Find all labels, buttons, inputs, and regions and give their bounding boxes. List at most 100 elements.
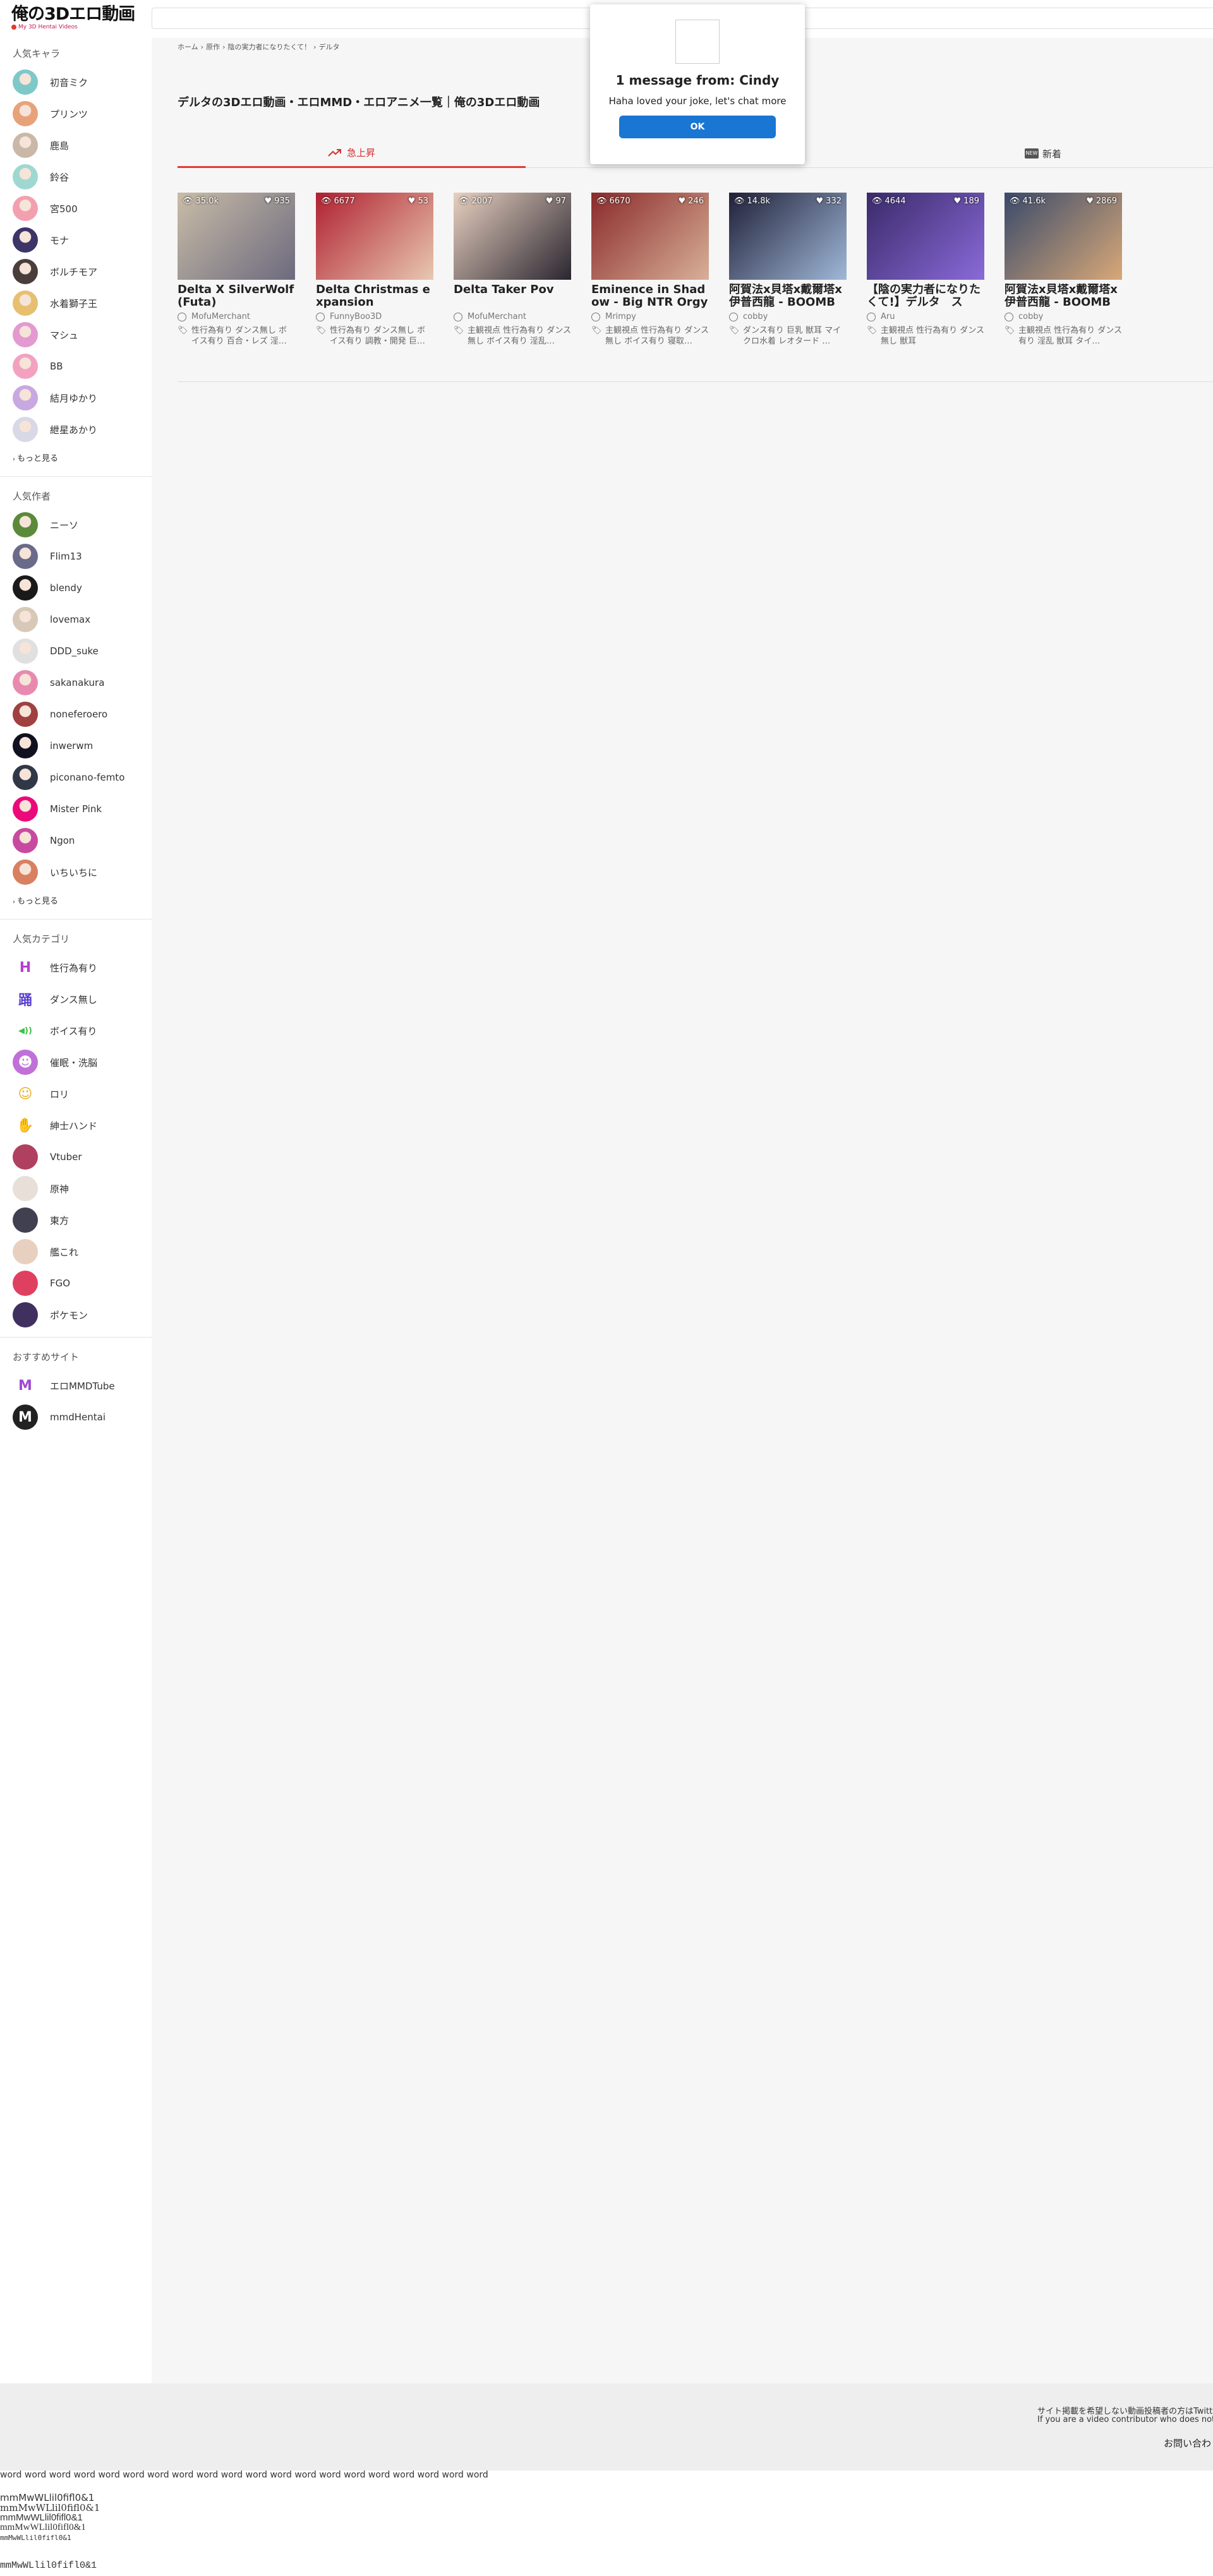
author-item[interactable]: いちいちに xyxy=(0,856,152,888)
video-grid: 👁 35.0k ♥ 935 Delta X SilverWolf (Futa) MofuM… xyxy=(178,193,1213,382)
author-avatar xyxy=(13,544,38,569)
author-item[interactable]: ニーソ xyxy=(0,509,152,541)
category-item[interactable]: ☺ ロリ xyxy=(0,1078,152,1110)
author-label: Ngon xyxy=(50,835,75,846)
more-authors-link[interactable]: › もっと見る xyxy=(0,888,152,913)
character-item[interactable]: プリンツ xyxy=(0,98,152,129)
video-title[interactable]: Delta Taker Pov xyxy=(454,284,571,309)
site-icon: M xyxy=(13,1373,38,1398)
video-tags: 性行為有り ダンス無し ボイス有り 百合・レズ 淫… xyxy=(191,326,287,346)
site-item[interactable]: MmmdHentai xyxy=(0,1401,152,1433)
video-card[interactable]: 👁14.8k ♥332 阿賀法x貝塔x戴爾塔x伊普西龍 - BOOMBA… cobby… xyxy=(729,193,847,347)
video-card[interactable]: 👁41.6k ♥2869 阿賀法x貝塔x戴爾塔x伊普西龍 - BOOMBA… cobb… xyxy=(1005,193,1122,347)
author-item[interactable]: piconano-femto xyxy=(0,762,152,793)
video-title[interactable]: 阿賀法x貝塔x戴爾塔x伊普西龍 - BOOMBA… xyxy=(1005,284,1122,309)
breadcrumb-original[interactable]: 原作 xyxy=(206,43,220,51)
author-item[interactable]: inwerwm xyxy=(0,730,152,762)
heart-icon: ♥ xyxy=(816,196,824,206)
breadcrumb-home[interactable]: ホーム xyxy=(178,43,198,51)
character-item[interactable]: 鹿島 xyxy=(0,129,152,161)
video-card[interactable]: 👁 6677 ♥ 53 Delta Christmas expansion FunnyBo… xyxy=(316,193,433,347)
video-author[interactable]: Mrimpy xyxy=(605,312,636,321)
character-item[interactable]: 水着獅子王 xyxy=(0,287,152,319)
video-author[interactable]: cobby xyxy=(1018,312,1043,321)
video-card[interactable]: 👁4644 ♥189 【陰の実力者になりたくて!】デルタ スラ… Aru🏷主観視点 性… xyxy=(867,193,984,347)
category-item[interactable]: Vtuber xyxy=(0,1141,152,1173)
tab-new-label: 新着 xyxy=(1042,148,1061,160)
category-item[interactable]: H 性行為有り xyxy=(0,952,152,983)
video-author[interactable]: FunnyBoo3D xyxy=(330,312,382,321)
tab-trending[interactable]: 急上昇 xyxy=(178,139,526,168)
video-thumbnail[interactable]: 👁 2007 ♥ 97 xyxy=(454,193,571,280)
category-item[interactable]: ☻ 催眠・洗脳 xyxy=(0,1046,152,1078)
character-item[interactable]: 鈴谷 xyxy=(0,161,152,193)
video-title[interactable]: Eminence in Shadow - Big NTR Orgy xyxy=(591,284,709,309)
sidebar: 人気キャラ 初音ミク プリンツ 鹿島 鈴谷宮500 モナ ボルチモア 水着獅子王マシュ BB 結… xyxy=(0,38,152,1433)
view-count: 4644 xyxy=(884,196,906,206)
page-title: デルタの3Dエロ動画・エロMMD・エロアニメ一覧｜俺の3Dエロ動画 xyxy=(178,96,540,109)
category-item[interactable]: FGO xyxy=(0,1267,152,1299)
category-icon: ☺ xyxy=(13,1081,38,1106)
video-thumbnail[interactable]: 👁 35.0k ♥ 935 xyxy=(178,193,295,280)
video-thumbnail[interactable]: 👁 14.8k ♥ 332 xyxy=(729,193,847,280)
chevron-right-icon: › xyxy=(13,456,15,463)
breadcrumb-series[interactable]: 陰の実力者になりたくて！ xyxy=(227,43,311,51)
video-author[interactable]: MofuMerchant xyxy=(191,312,250,321)
video-tags: 性行為有り ダンス無し ボイス有り 調教・開発 巨… xyxy=(330,326,426,346)
video-title[interactable]: 阿賀法x貝塔x戴爾塔x伊普西龍 - BOOMBA… xyxy=(729,284,847,309)
video-thumbnail[interactable]: 👁 6670 ♥ 246 xyxy=(591,193,709,280)
popup-ok-button[interactable]: OK xyxy=(619,116,776,138)
video-card[interactable]: 👁 6670 ♥ 246 Eminence in Shadow - Big NTR Or… xyxy=(591,193,709,347)
author-item[interactable]: blendy xyxy=(0,572,152,604)
character-avatar xyxy=(13,354,38,379)
character-item[interactable]: 紲星あかり xyxy=(0,414,152,445)
author-avatar xyxy=(13,575,38,601)
site-item[interactable]: M エロMMDTube xyxy=(0,1370,152,1401)
site-logo[interactable]: 俺の3Dエロ動画 My 3D Hentai Videos xyxy=(11,6,135,30)
character-item[interactable]: モナ xyxy=(0,224,152,256)
video-author[interactable]: cobby xyxy=(743,312,768,321)
tab-new[interactable]: NEW 新着 xyxy=(872,139,1213,168)
category-item[interactable]: 東方 xyxy=(0,1204,152,1236)
category-item[interactable]: ◀)) ボイス有り xyxy=(0,1015,152,1046)
author-item[interactable]: Ngon xyxy=(0,825,152,856)
video-title[interactable]: Delta Christmas expansion xyxy=(316,284,433,309)
category-item[interactable]: ポケモン xyxy=(0,1299,152,1331)
video-thumbnail[interactable]: 👁 4644 ♥ 189 xyxy=(867,193,984,280)
category-item[interactable]: 原神 xyxy=(0,1173,152,1204)
author-item[interactable]: Flim13 xyxy=(0,541,152,572)
video-title[interactable]: Delta X SilverWolf (Futa) xyxy=(178,284,295,309)
video-author[interactable]: Aru xyxy=(881,312,895,321)
popular-characters-title: 人気キャラ xyxy=(13,48,61,59)
video-author[interactable]: MofuMerchant xyxy=(468,312,526,321)
author-item[interactable]: sakanakura xyxy=(0,667,152,698)
author-avatar xyxy=(13,828,38,853)
message-popup: 1 message from: Cindy Haha loved your jo… xyxy=(590,4,805,164)
video-card[interactable]: 👁 35.0k ♥ 935 Delta X SilverWolf (Futa) MofuM… xyxy=(178,193,295,347)
like-count: 935 xyxy=(274,196,290,206)
character-label: マシュ xyxy=(50,329,79,341)
video-card[interactable]: 👁 2007 ♥ 97 Delta Taker Pov MofuMerchant 🏷 主観視点… xyxy=(454,193,571,347)
category-item[interactable]: ✋ 紳士ハンド xyxy=(0,1110,152,1141)
character-item[interactable]: 宮500 xyxy=(0,193,152,224)
author-item[interactable]: noneferoero xyxy=(0,698,152,730)
character-label: 宮500 xyxy=(50,203,78,215)
video-title[interactable]: 【陰の実力者になりたくて!】デルタ スラ… xyxy=(867,284,984,309)
author-item[interactable]: lovemax xyxy=(0,604,152,635)
user-icon xyxy=(316,312,325,321)
character-item[interactable]: 結月ゆかり xyxy=(0,382,152,414)
video-thumbnail[interactable]: 👁 41.6k ♥ 2869 xyxy=(1005,193,1122,280)
contact-link[interactable]: お問い合わ xyxy=(1164,2436,1211,2450)
character-item[interactable]: 初音ミク xyxy=(0,66,152,98)
category-list: H 性行為有り踊ダンス無し ◀)) ボイス有り ☻ 催眠・洗脳 ☺ ロリ ✋ 紳士ハンド Vtube… xyxy=(0,952,152,1331)
author-item[interactable]: DDD_suke xyxy=(0,635,152,667)
character-item[interactable]: ボルチモア xyxy=(0,256,152,287)
more-characters-link[interactable]: › もっと見る xyxy=(0,445,152,470)
video-thumbnail[interactable]: 👁 6677 ♥ 53 xyxy=(316,193,433,280)
category-item[interactable]: 踊ダンス無し xyxy=(0,983,152,1015)
author-item[interactable]: Mister Pink xyxy=(0,793,152,825)
character-item[interactable]: マシュ xyxy=(0,319,152,350)
character-item[interactable]: BB xyxy=(0,350,152,382)
category-item[interactable]: 艦これ xyxy=(0,1236,152,1267)
author-label: blendy xyxy=(50,582,82,594)
